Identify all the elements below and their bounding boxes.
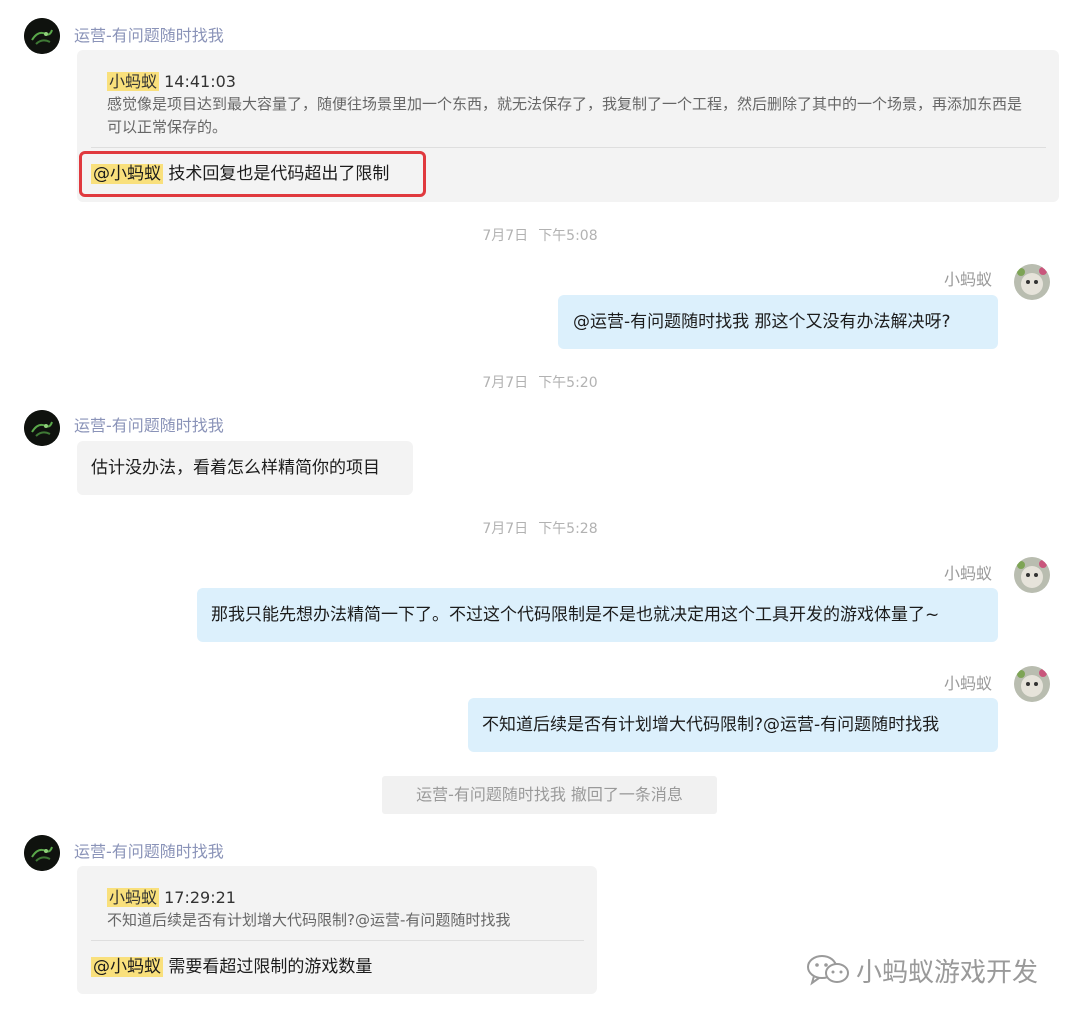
quote-author: 小蚂蚁 (107, 72, 160, 91)
avatar-operator[interactable] (24, 835, 60, 871)
message-bubble-outgoing[interactable]: 不知道后续是否有计划增大代码限制?@运营-有问题随时找我 (468, 698, 998, 752)
message-bubble-incoming[interactable]: 估计没办法，看着怎么样精简你的项目 (77, 441, 413, 495)
sender-name-operator: 运营-有问题随时找我 (74, 416, 224, 435)
quote-author: 小蚂蚁 (107, 888, 160, 907)
sender-name-operator: 运营-有问题随时找我 (74, 26, 224, 45)
message-text: @运营-有问题随时找我 那这个又没有办法解决呀? (573, 312, 951, 332)
wechat-icon (806, 954, 850, 990)
timestamp-time: 下午5:08 (538, 228, 598, 244)
avatar-me[interactable] (1014, 666, 1050, 702)
reply-text: 需要看超过限制的游戏数量 (168, 957, 373, 977)
message-bubble-quote-reply[interactable]: 小蚂蚁 17:29:21 不知道后续是否有计划增大代码限制?@运营-有问题随时找… (77, 866, 597, 994)
message-text: 那我只能先想办法精简一下了。不过这个代码限制是不是也就决定用这个工具开发的游戏体… (211, 605, 940, 625)
quote-header: 小蚂蚁 17:29:21 (107, 886, 236, 910)
message-text: 估计没办法，看着怎么样精简你的项目 (91, 458, 380, 478)
sender-name-me: 小蚂蚁 (944, 674, 993, 693)
timestamp-date: 7月7日 (482, 228, 529, 244)
message-text: 不知道后续是否有计划增大代码限制?@运营-有问题随时找我 (482, 715, 940, 735)
sender-name-me: 小蚂蚁 (944, 270, 993, 289)
reply-line: @小蚂蚁 需要看超过限制的游戏数量 (91, 955, 372, 979)
sender-name-operator: 运营-有问题随时找我 (74, 842, 224, 861)
timestamp-date: 7月7日 (482, 375, 529, 391)
timestamp: 7月7日 下午5:20 (0, 372, 1080, 392)
timestamp: 7月7日 下午5:08 (0, 225, 1080, 245)
timestamp-time: 下午5:20 (538, 375, 598, 391)
message-bubble-outgoing[interactable]: 那我只能先想办法精简一下了。不过这个代码限制是不是也就决定用这个工具开发的游戏体… (197, 588, 998, 642)
avatar-operator[interactable] (24, 410, 60, 446)
avatar-operator[interactable] (24, 18, 60, 54)
quote-time: 17:29:21 (164, 888, 236, 907)
timestamp-date: 7月7日 (482, 521, 529, 537)
avatar-me[interactable] (1014, 557, 1050, 593)
quote-header: 小蚂蚁 14:41:03 (107, 70, 236, 94)
reply-mention[interactable]: @小蚂蚁 (91, 957, 163, 977)
quote-divider (91, 940, 584, 941)
sender-name-me: 小蚂蚁 (944, 564, 993, 583)
quote-text: 不知道后续是否有计划增大代码限制?@运营-有问题随时找我 (107, 911, 511, 929)
message-bubble-outgoing[interactable]: @运营-有问题随时找我 那这个又没有办法解决呀? (558, 295, 998, 349)
recall-notice: 运营-有问题随时找我 撤回了一条消息 (382, 776, 717, 814)
timestamp: 7月7日 下午5:28 (0, 518, 1080, 538)
annotation-highlight-box (79, 151, 426, 197)
quote-time: 14:41:03 (164, 72, 236, 91)
quote-text: 感觉像是项目达到最大容量了，随便往场景里加一个东西，就无法保存了，我复制了一个工… (107, 95, 1023, 136)
watermark-text: 小蚂蚁游戏开发 (856, 958, 1039, 988)
watermark: 小蚂蚁游戏开发 (806, 952, 1056, 988)
avatar-me[interactable] (1014, 264, 1050, 300)
quote-divider (91, 147, 1046, 148)
timestamp-time: 下午5:28 (538, 521, 598, 537)
